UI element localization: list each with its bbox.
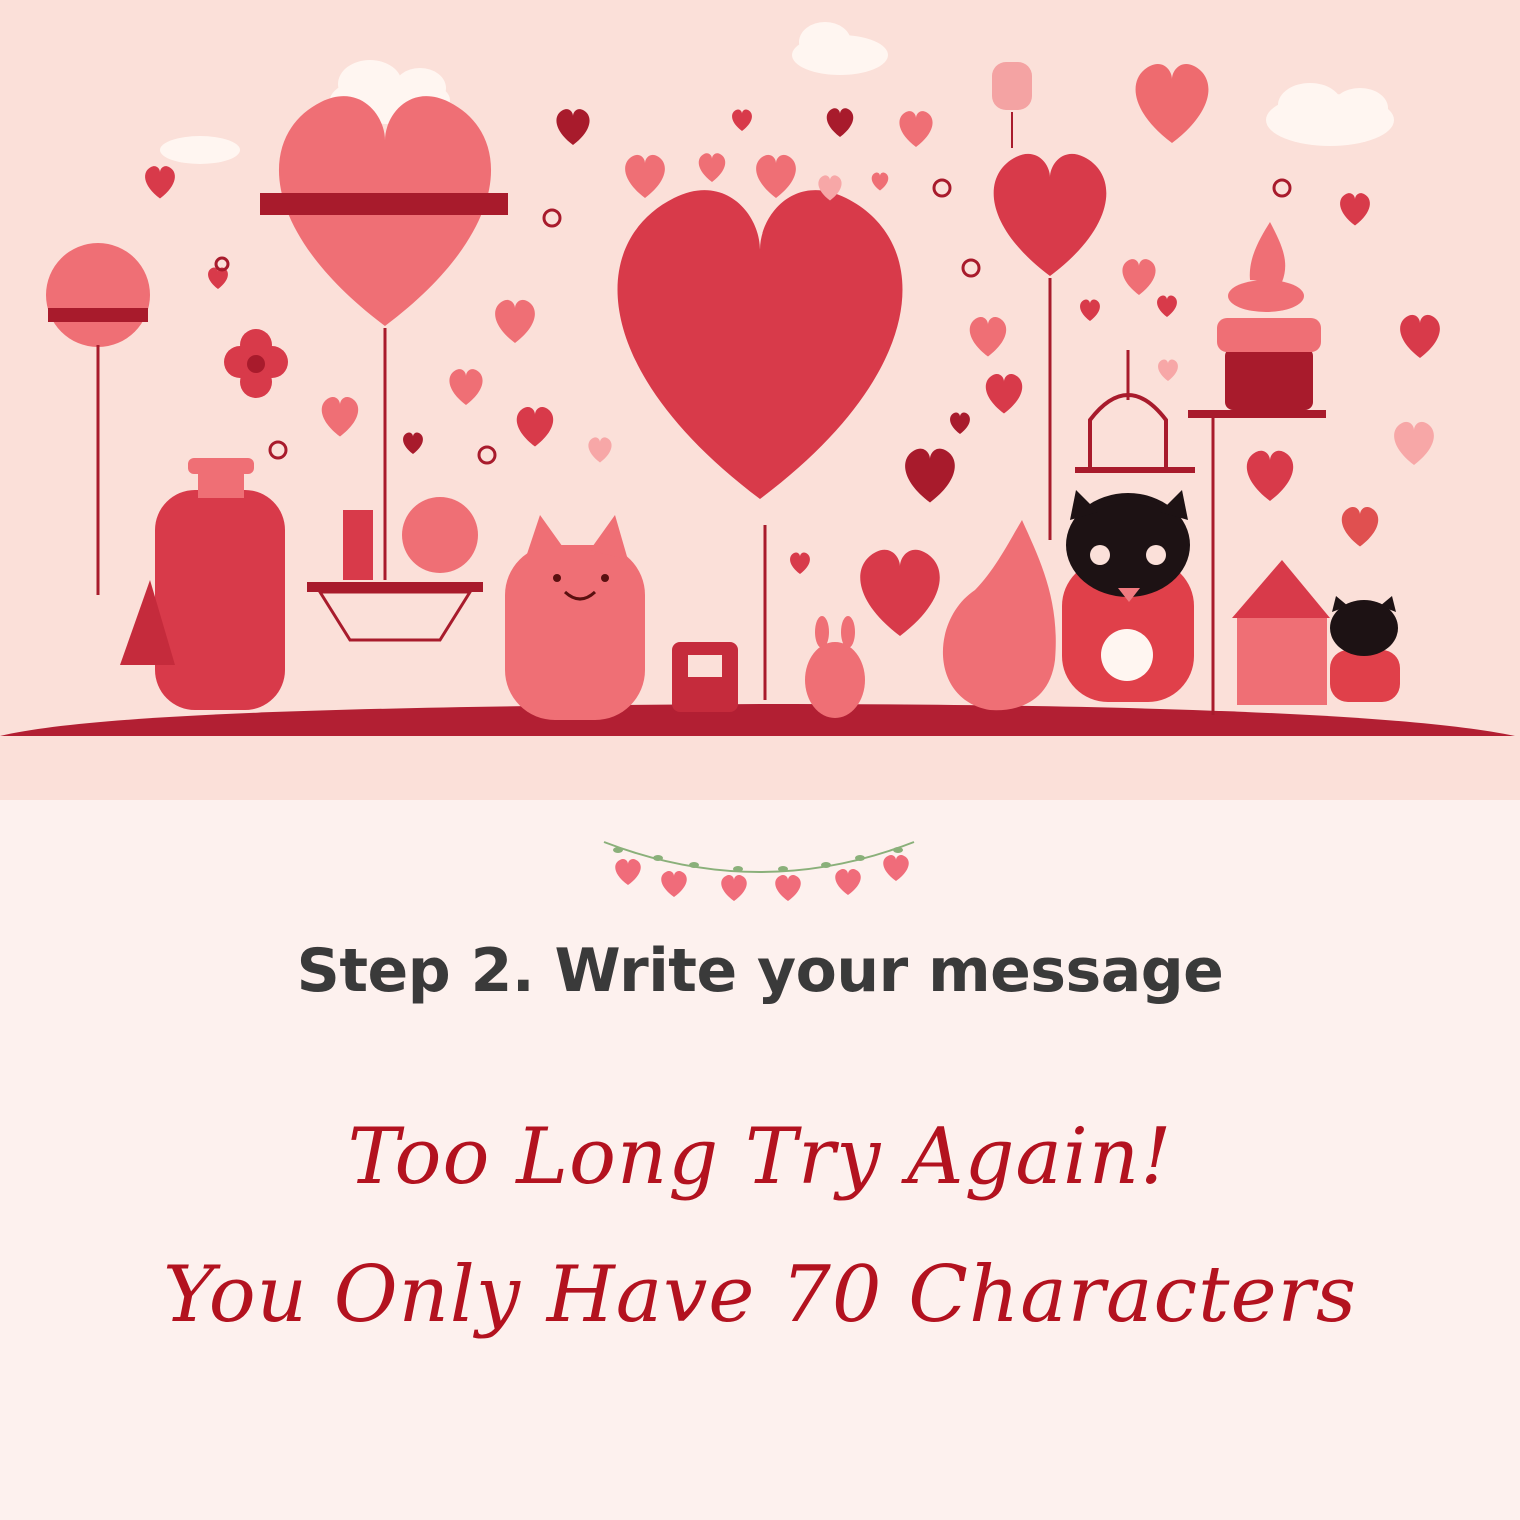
hero-illustration (0, 0, 1520, 800)
heart-garland-icon (598, 832, 922, 912)
error-message-line-2: You Only Have 70 Characters (163, 1250, 1357, 1340)
heart-face-icon (1135, 63, 1209, 143)
jar-icon (120, 458, 285, 710)
error-message-line-1: Too Long Try Again! (347, 1112, 1173, 1202)
heart-balloon-large-icon (617, 190, 903, 700)
house-icon (1232, 560, 1330, 705)
bunny-character-icon (805, 616, 865, 718)
flower-icon (224, 329, 288, 398)
heart-balloon-icon (260, 96, 508, 580)
flame-character-icon (942, 520, 1056, 711)
balloon-small-icon (992, 62, 1032, 148)
message-step-screen: Step 2. Write your message Too Long Try … (0, 0, 1520, 1520)
black-cat-character-icon (1062, 350, 1195, 702)
heart-balloon-icon (46, 243, 150, 595)
cat-character-icon (505, 515, 645, 720)
small-black-cat-icon (1330, 596, 1400, 702)
lantern-icon (672, 642, 738, 712)
table-icon (307, 497, 483, 642)
heart-balloon-icon (993, 153, 1107, 540)
step-title: Step 2. Write your message (296, 936, 1224, 1006)
valentine-illustration-svg (0, 22, 1515, 736)
